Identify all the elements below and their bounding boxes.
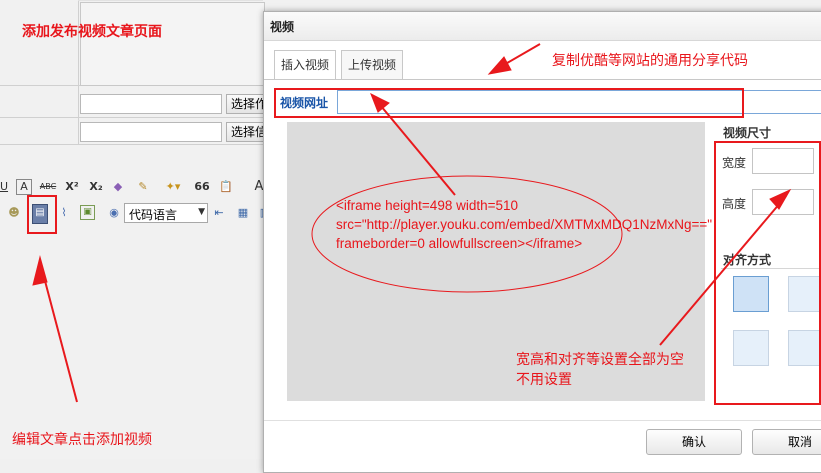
annotation-iframe-code: <iframe height=498 width=510 src="http:/…	[336, 196, 712, 253]
iframe-code-line-1: <iframe height=498 width=510	[336, 198, 519, 213]
annotation-arrow-url	[375, 99, 456, 196]
size-note-line-2: 不用设置	[516, 372, 572, 388]
annotation-top-note: 复制优酷等网站的通用分享代码	[552, 53, 748, 69]
size-note-line-1: 宽高和对齐等设置全部为空	[516, 352, 684, 368]
annotation-size-note: 宽高和对齐等设置全部为空 不用设置	[516, 350, 684, 390]
iframe-code-line-3: frameborder=0 allowfullscreen></iframe>	[336, 236, 583, 251]
annotation-arrowhead-tab	[487, 56, 512, 75]
annotation-arrowhead-url	[370, 92, 390, 113]
annotation-arrowhead-size	[769, 188, 792, 210]
iframe-code-line-2: src="http://player.youku.com/embed/XMTMx…	[336, 217, 713, 232]
